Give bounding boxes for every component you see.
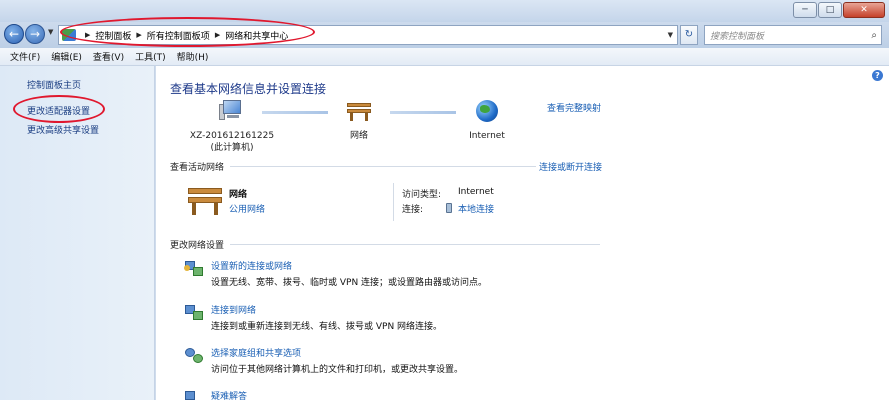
search-input[interactable]: 搜索控制面板 ⌕	[704, 25, 882, 45]
task-item: 选择家庭组和共享选项 访问位于其他网络计算机上的文件和打印机，或更改共享设置。	[184, 346, 644, 376]
network-bench-icon	[346, 100, 372, 122]
task-desc: 连接到或重新连接到无线、有线、拨号或 VPN 网络连接。	[211, 322, 443, 332]
connection-line	[262, 111, 328, 114]
connection-label: 连接:	[402, 205, 424, 215]
sidebar-item-adapter-settings[interactable]: 更改适配器设置	[27, 104, 90, 117]
computer-name: XZ-201612161225	[189, 131, 275, 141]
access-type-label: 访问类型:	[402, 190, 442, 200]
divider	[230, 244, 600, 245]
connect-disconnect-link[interactable]: 连接或断开连接	[539, 160, 602, 173]
task-link-troubleshoot[interactable]: 疑难解答	[211, 389, 247, 400]
troubleshoot-icon	[184, 389, 204, 400]
globe-icon	[476, 100, 498, 122]
close-button[interactable]: ✕	[843, 2, 885, 18]
menu-file[interactable]: 文件(F)	[10, 50, 40, 63]
chevron-right-icon[interactable]: ▶	[136, 31, 141, 39]
divider	[393, 183, 394, 221]
map-node-network: 网络	[334, 100, 384, 142]
sidebar: 控制面板主页 更改适配器设置 更改高级共享设置	[0, 66, 155, 400]
see-full-map-link[interactable]: 查看完整映射	[547, 101, 601, 114]
help-icon[interactable]: ?	[872, 70, 883, 81]
chevron-right-icon[interactable]: ▶	[85, 31, 90, 39]
sidebar-item-advanced-sharing[interactable]: 更改高级共享设置	[27, 123, 99, 136]
menu-help[interactable]: 帮助(H)	[177, 50, 209, 63]
title-bar: ─ □ ✕	[0, 0, 889, 22]
network-type-link[interactable]: 公用网络	[229, 202, 265, 215]
task-desc: 访问位于其他网络计算机上的文件和打印机，或更改共享设置。	[211, 365, 464, 375]
access-type-value: Internet	[458, 187, 494, 197]
address-row: ← → ▼ ▶ 控制面板 ▶ 所有控制面板项 ▶ 网络和共享中心 ▼ ↻ 搜索控…	[0, 22, 889, 48]
search-icon[interactable]: ⌕	[871, 30, 877, 41]
breadcrumb-item[interactable]: 所有控制面板项	[147, 29, 210, 42]
task-desc: 设置无线、宽带、拨号、临时或 VPN 连接；或设置路由器或访问点。	[211, 278, 488, 288]
connection-line	[390, 111, 456, 114]
menu-edit[interactable]: 编辑(E)	[51, 50, 82, 63]
network-label: 网络	[349, 131, 368, 141]
window-controls: ─ □ ✕	[793, 2, 885, 18]
breadcrumb: ▶ 控制面板 ▶ 所有控制面板项 ▶ 网络和共享中心	[80, 29, 288, 42]
search-placeholder: 搜索控制面板	[710, 31, 765, 42]
homegroup-icon	[184, 346, 204, 364]
divider	[230, 166, 536, 167]
page-title: 查看基本网络信息并设置连接	[170, 82, 327, 96]
task-link-connect-network[interactable]: 连接到网络	[211, 303, 256, 316]
back-button[interactable]: ←	[4, 24, 24, 44]
adapter-icon	[446, 203, 452, 213]
network-bench-icon	[186, 186, 226, 216]
menu-tools[interactable]: 工具(T)	[135, 50, 166, 63]
internet-label: Internet	[469, 131, 505, 141]
new-connection-icon	[184, 259, 204, 277]
task-item: 疑难解答	[184, 389, 644, 400]
network-name: 网络	[229, 190, 248, 200]
task-link-homegroup[interactable]: 选择家庭组和共享选项	[211, 346, 301, 359]
menu-view[interactable]: 查看(V)	[93, 50, 124, 63]
address-bar[interactable]: ▶ 控制面板 ▶ 所有控制面板项 ▶ 网络和共享中心 ▼	[58, 25, 678, 45]
recent-pages-dropdown-icon[interactable]: ▼	[48, 28, 53, 36]
task-item: 连接到网络 连接到或重新连接到无线、有线、拨号或 VPN 网络连接。	[184, 303, 644, 333]
computer-sub: (此计算机)	[210, 143, 254, 153]
connection-link[interactable]: 本地连接	[458, 202, 494, 215]
refresh-button[interactable]: ↻	[680, 25, 698, 45]
address-dropdown-icon[interactable]: ▼	[668, 31, 673, 39]
connect-network-icon	[184, 303, 204, 321]
maximize-button[interactable]: □	[818, 2, 842, 18]
main-pane: ? 查看基本网络信息并设置连接 XZ-201612161225 (此计算机) 网…	[156, 66, 889, 400]
breadcrumb-item[interactable]: 网络和共享中心	[225, 29, 288, 42]
active-networks-header: 查看活动网络	[170, 163, 225, 173]
task-item: 设置新的连接或网络 设置无线、宽带、拨号、临时或 VPN 连接；或设置路由器或访…	[184, 259, 644, 289]
control-panel-icon	[62, 29, 76, 41]
computer-icon	[219, 100, 245, 122]
map-node-computer: XZ-201612161225 (此计算机)	[186, 100, 278, 154]
task-link-new-connection[interactable]: 设置新的连接或网络	[211, 259, 292, 272]
forward-button[interactable]: →	[25, 24, 45, 44]
breadcrumb-item[interactable]: 控制面板	[95, 29, 131, 42]
chevron-right-icon[interactable]: ▶	[215, 31, 220, 39]
sidebar-item-home[interactable]: 控制面板主页	[27, 78, 81, 91]
minimize-button[interactable]: ─	[793, 2, 817, 18]
menu-bar: 文件(F) 编辑(E) 查看(V) 工具(T) 帮助(H)	[0, 48, 889, 66]
map-node-internet: Internet	[459, 100, 515, 142]
change-settings-header: 更改网络设置	[170, 241, 225, 251]
